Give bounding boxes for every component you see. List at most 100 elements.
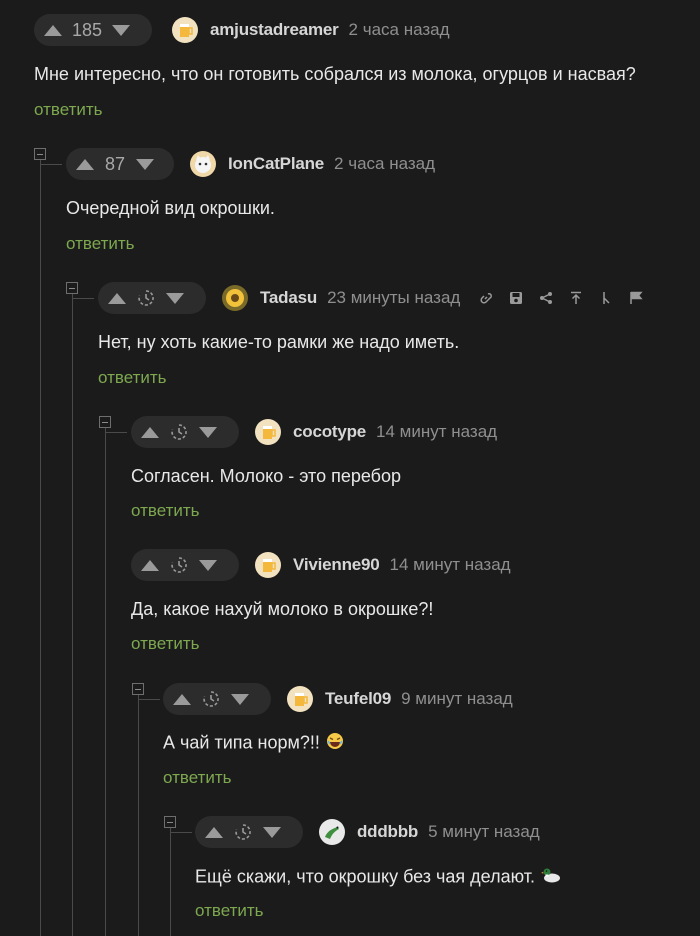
reply-link[interactable]: ответить [131,634,200,654]
user-avatar[interactable] [319,819,345,845]
comment-header: cocotype 14 минут назад [131,416,497,448]
beer-avatar-icon [295,693,308,706]
username[interactable]: IonCatPlane [228,154,324,174]
user-avatar[interactable] [222,285,248,311]
downvote-icon[interactable] [136,158,154,170]
reply-link[interactable]: ответить [163,768,232,788]
pending-score-icon [169,555,189,575]
downvote-icon[interactable] [166,292,184,304]
go-to-parent-icon[interactable] [568,290,584,306]
thread-connector [170,832,192,833]
branch-icon[interactable] [598,290,614,306]
comment-tools [478,290,644,306]
thread-line [138,695,139,936]
user-avatar[interactable] [172,17,198,43]
sunflower-avatar-icon [226,289,244,307]
thread-connector [72,298,94,299]
downvote-icon[interactable] [231,693,249,705]
upvote-icon[interactable] [76,158,94,170]
comment-text: Ещё скажи, что окрошку без чая делают. [195,866,561,889]
comment-text-body: Ещё скажи, что окрошку без чая делают. [195,866,535,887]
timestamp[interactable]: 14 минут назад [376,422,497,442]
beer-avatar-icon [180,24,193,37]
downvote-icon[interactable] [199,426,217,438]
comment-text: Согласен. Молоко - это перебор [131,466,402,486]
vote-control [131,416,239,448]
vote-score: 87 [104,153,126,174]
upvote-icon[interactable] [205,826,223,838]
vote-control [131,549,239,581]
vote-control [195,816,303,848]
upvote-icon[interactable] [141,559,159,571]
thread-connector [40,164,62,165]
timestamp[interactable]: 2 часа назад [349,20,450,40]
report-flag-icon[interactable] [628,290,644,306]
share-icon[interactable] [538,290,554,306]
downvote-icon[interactable] [199,559,217,571]
comment-header: 87 IonCatPlane 2 часа назад [66,148,435,180]
collapse-toggle[interactable] [132,683,144,695]
pending-score-icon [169,422,189,442]
downvote-icon[interactable] [263,826,281,838]
lizard-avatar-icon [325,826,339,839]
username[interactable]: Teufel09 [325,689,391,709]
comment-header: Vivienne90 14 минут назад [131,549,511,581]
comment-text: А чай типа норм?!! [163,732,344,755]
username[interactable]: dddbbb [357,822,418,842]
thread-connector [138,699,160,700]
comment-text-body: А чай типа норм?!! [163,732,320,753]
save-icon[interactable] [508,290,524,306]
beer-avatar-icon [263,559,276,572]
reply-link[interactable]: ответить [66,234,135,254]
timestamp[interactable]: 2 часа назад [334,154,435,174]
pending-score-icon [233,822,253,842]
vote-control: 185 [34,14,152,46]
username[interactable]: amjustadreamer [210,20,339,40]
upvote-icon[interactable] [44,24,62,36]
comment-header: Teufel09 9 минут назад [163,683,513,715]
comment-header: dddbbb 5 минут назад [195,816,540,848]
vote-control [98,282,206,314]
comment-text: Мне интересно, что он готовить собрался … [34,64,636,84]
user-avatar[interactable] [190,151,216,177]
link-icon[interactable] [478,290,494,306]
thread-line [72,294,73,936]
downvote-icon[interactable] [112,24,131,36]
comment-text: Нет, ну хоть какие-то рамки же надо имет… [98,332,460,352]
collapse-toggle[interactable] [164,816,176,828]
cat-avatar-icon [195,155,211,173]
reply-link[interactable]: ответить [131,501,200,521]
thread-line [170,828,171,936]
upvote-icon[interactable] [173,693,191,705]
collapse-toggle[interactable] [66,282,78,294]
upvote-icon[interactable] [108,292,126,304]
timestamp[interactable]: 14 минут назад [390,555,511,575]
collapse-toggle[interactable] [99,416,111,428]
user-avatar[interactable] [255,419,281,445]
laughing-emoji-icon [326,732,344,755]
vote-score: 185 [72,19,103,40]
vote-control [163,683,271,715]
reply-link[interactable]: ответить [34,100,103,120]
duck-emoji-icon [540,866,561,889]
timestamp[interactable]: 5 минут назад [428,822,540,842]
timestamp[interactable]: 9 минут назад [401,689,513,709]
username[interactable]: Vivienne90 [293,555,380,575]
vote-control: 87 [66,148,174,180]
comment-header: 185 amjustadreamer 2 часа назад [34,14,450,46]
pending-score-icon [136,288,156,308]
comment-text: Очередной вид окрошки. [66,198,275,218]
thread-line [105,428,106,936]
timestamp[interactable]: 23 минуты назад [327,288,460,308]
reply-link[interactable]: ответить [98,368,167,388]
thread-connector [105,432,127,433]
user-avatar[interactable] [287,686,313,712]
comment-header: Tadasu 23 минуты назад [98,282,644,314]
user-avatar[interactable] [255,552,281,578]
username[interactable]: cocotype [293,422,366,442]
username[interactable]: Tadasu [260,288,317,308]
pending-score-icon [201,689,221,709]
reply-link[interactable]: ответить [195,901,264,921]
upvote-icon[interactable] [141,426,159,438]
collapse-toggle[interactable] [34,148,46,160]
